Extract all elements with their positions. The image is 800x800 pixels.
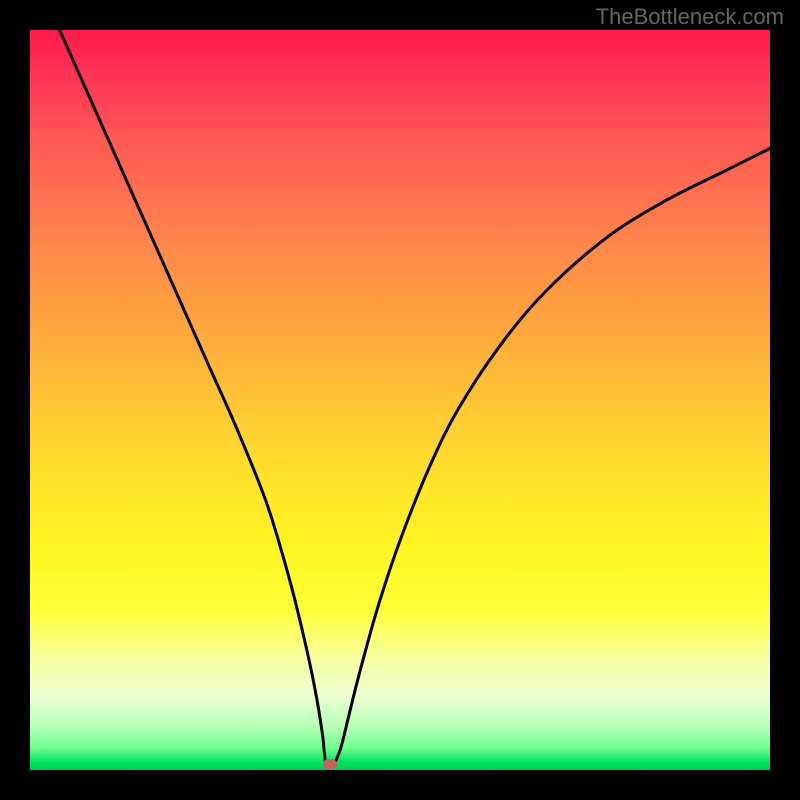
bottleneck-curve [30, 30, 770, 770]
plot-area [30, 30, 770, 770]
watermark-text: TheBottleneck.com [596, 4, 784, 30]
optimal-point-marker [323, 759, 337, 769]
chart-frame [0, 0, 800, 800]
